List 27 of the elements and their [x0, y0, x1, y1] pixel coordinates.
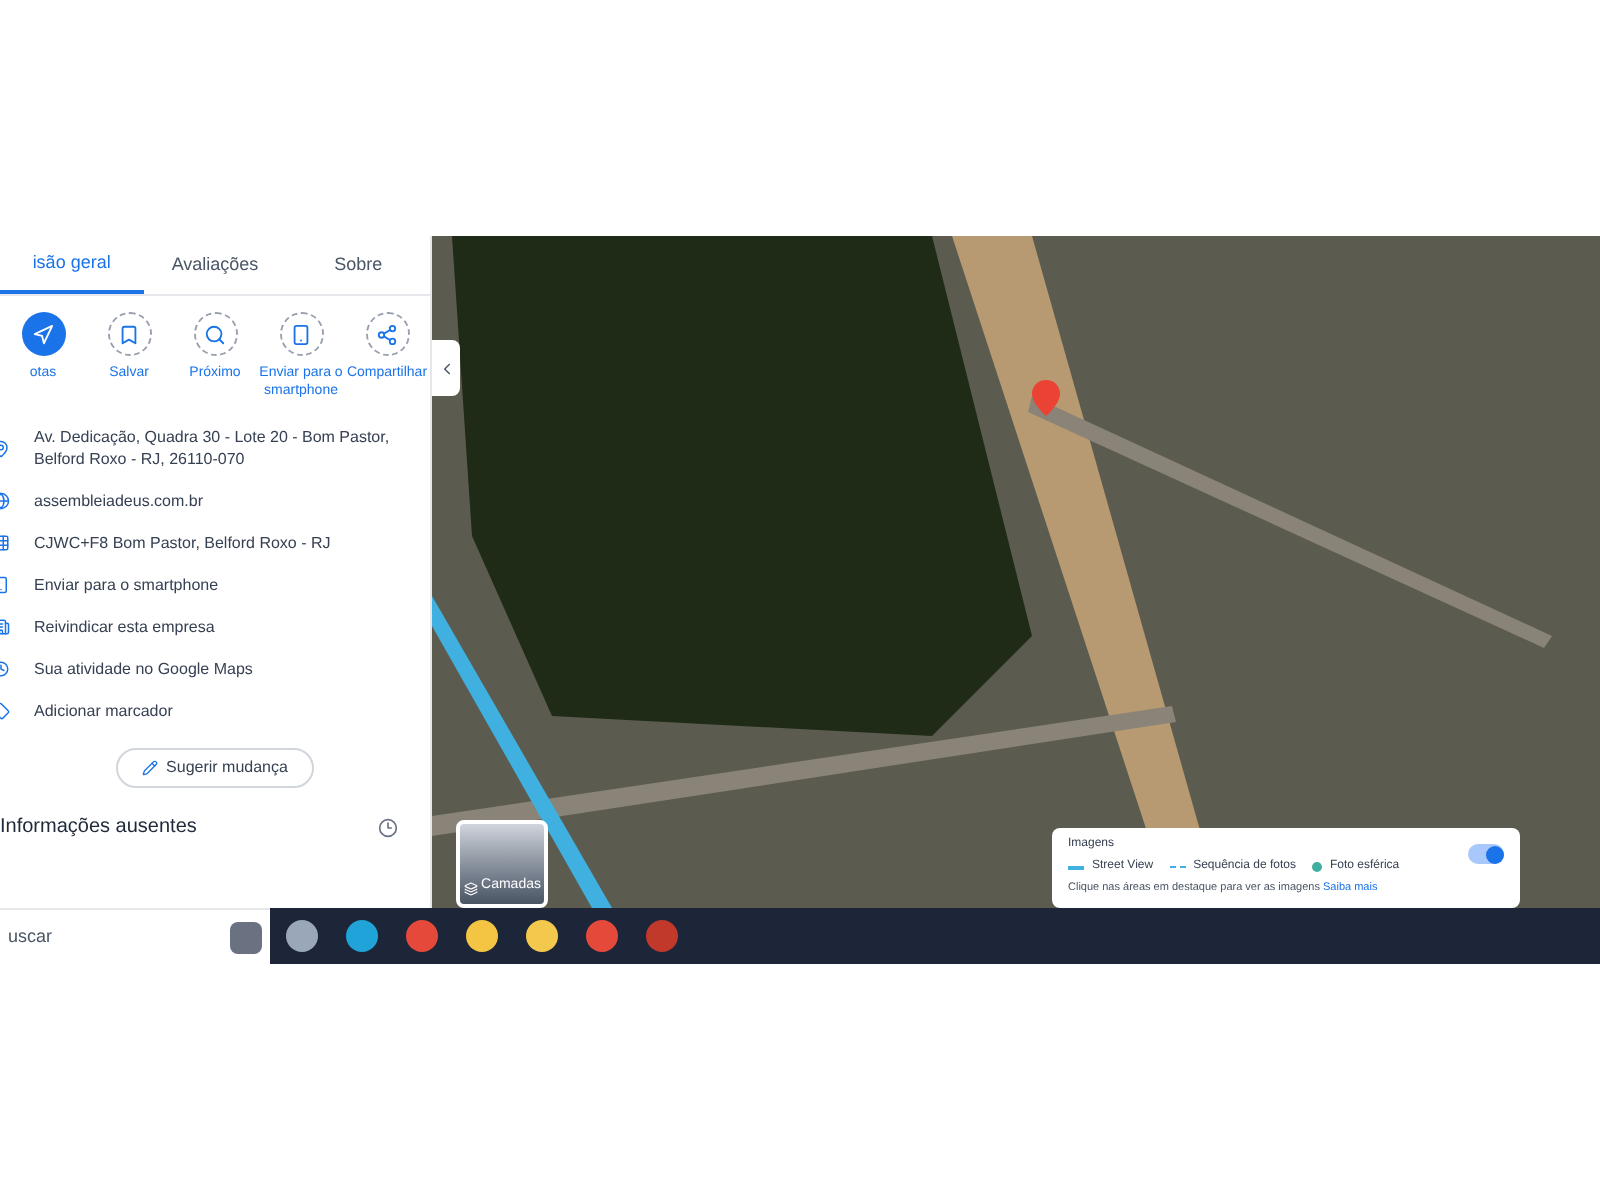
suggest-edit-button[interactable]: Sugerir mudança — [116, 748, 314, 788]
bookmark-icon — [118, 323, 140, 345]
info-text[interactable]: Reivindicar esta empresa — [34, 616, 215, 638]
taskbar-app-icon[interactable] — [286, 920, 318, 952]
info-text[interactable]: assembleiadeus.com.br — [34, 490, 203, 512]
info-text[interactable]: Sua atividade no Google Maps — [34, 658, 253, 680]
section-heading: Informações ausentes — [0, 814, 197, 842]
imagery-toggle[interactable] — [1468, 844, 1504, 864]
map-pin-icon — [1032, 380, 1060, 416]
info-text[interactable]: CJWC+F8 Bom Pastor, Belford Roxo - RJ — [34, 532, 331, 554]
tab[interactable]: Avaliações — [143, 236, 287, 294]
search-highlight-icon — [230, 921, 262, 953]
share-icon — [376, 323, 398, 345]
pencil-icon — [142, 760, 159, 776]
tab[interactable]: Sobre — [286, 236, 431, 294]
layers-icon — [463, 882, 478, 896]
collapse-panel-button[interactable] — [432, 340, 460, 396]
tab[interactable]: isão geral — [0, 236, 144, 294]
phone-icon — [290, 323, 312, 345]
taskbar-app-icon[interactable] — [346, 920, 378, 952]
info-text[interactable]: Enviar para o smartphone — [34, 574, 219, 596]
directions-icon — [32, 323, 54, 345]
taskbar-app-icon[interactable] — [466, 920, 498, 952]
info-text[interactable]: Adicionar marcador — [34, 700, 173, 722]
search-icon — [204, 323, 226, 345]
taskbar-app-icon[interactable] — [526, 920, 558, 952]
info-text[interactable]: Av. Dedicação, Quadra 30 - Lote 20 - Bom Pastor, Belford Roxo - RJ, 26110-070 — [34, 426, 414, 470]
